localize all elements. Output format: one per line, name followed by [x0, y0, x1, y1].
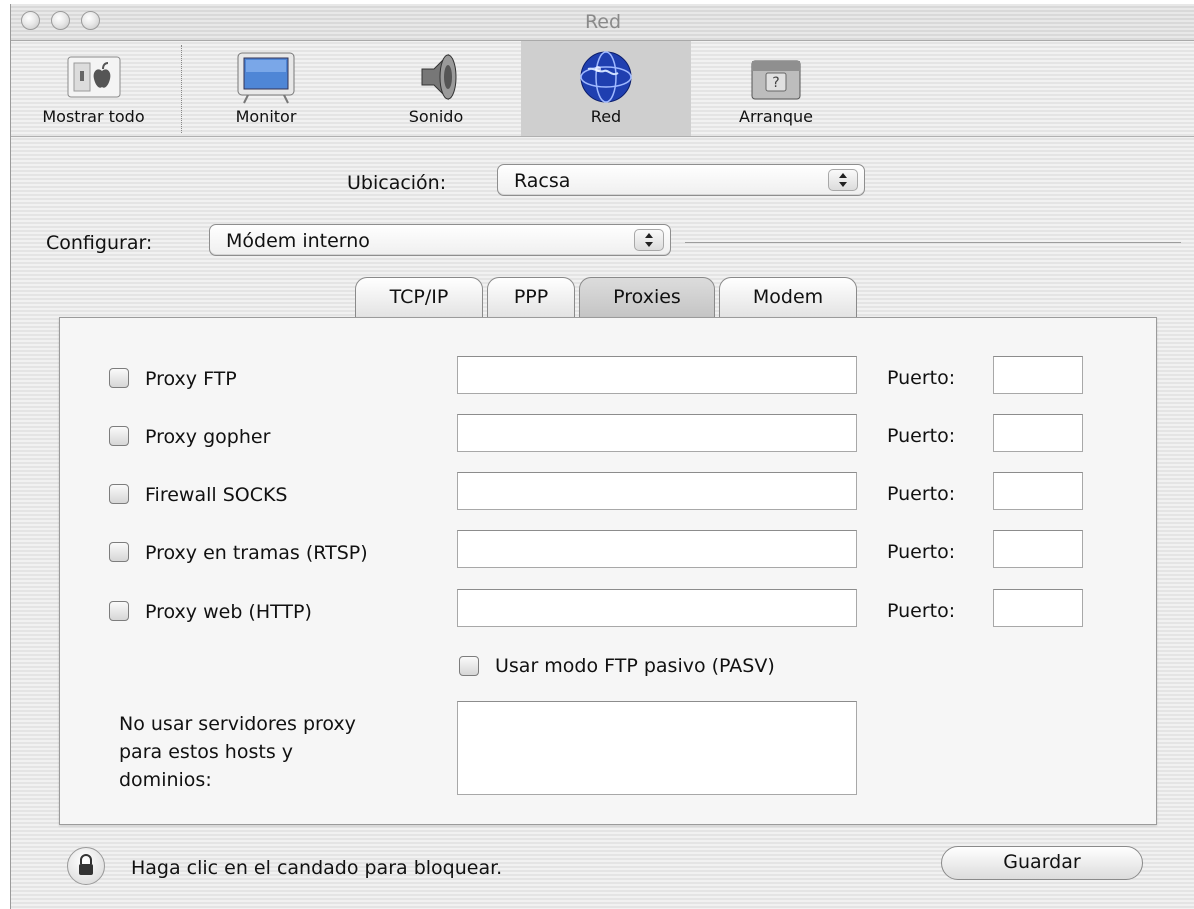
location-value: Racsa: [514, 170, 571, 192]
proxy-gopher-checkbox[interactable]: [109, 426, 129, 446]
globe-icon: [580, 51, 632, 103]
port-label: Puerto:: [887, 425, 956, 447]
proxy-gopher-label: Proxy gopher: [145, 426, 271, 448]
speaker-icon: [421, 53, 457, 101]
proxy-ftp-host-field[interactable]: [457, 356, 857, 394]
toolbar-item-sound[interactable]: Sonido: [381, 41, 491, 136]
proxy-rtsp-host-field[interactable]: [457, 530, 857, 568]
lock-icon: [79, 854, 93, 875]
proxy-ftp-checkbox[interactable]: [109, 368, 129, 388]
toolbar-item-label: Mostrar todo: [42, 107, 145, 126]
firewall-socks-label: Firewall SOCKS: [145, 484, 288, 506]
toolbar-item-label: Monitor: [235, 107, 297, 126]
location-popup[interactable]: Racsa: [497, 164, 865, 196]
bypass-label-line3: dominios:: [119, 769, 212, 791]
passive-ftp-label: Usar modo FTP pasivo (PASV): [495, 655, 775, 677]
port-label: Puerto:: [887, 541, 956, 563]
save-button[interactable]: Guardar: [941, 846, 1143, 880]
passive-ftp-checkbox[interactable]: [459, 656, 479, 676]
toolbar: Mostrar todo Monitor Sonido Red ? Arranq…: [11, 41, 1194, 137]
startup-disk-icon: ?: [751, 60, 801, 100]
toolbar-item-network[interactable]: Red: [521, 41, 691, 136]
bypass-hosts-textarea[interactable]: [457, 701, 857, 795]
divider-line: [685, 242, 1181, 243]
bypass-label-line2: para estos hosts y: [119, 741, 293, 763]
proxy-rtsp-port-field[interactable]: [993, 530, 1083, 568]
port-label: Puerto:: [887, 483, 956, 505]
location-label: Ubicación:: [347, 172, 447, 194]
firewall-socks-port-field[interactable]: [993, 472, 1083, 510]
configure-value: Módem interno: [226, 230, 370, 252]
tab-proxies[interactable]: Proxies: [579, 277, 715, 317]
tab-modem[interactable]: Modem: [719, 277, 857, 317]
firewall-socks-checkbox[interactable]: [109, 484, 129, 504]
monitor-icon: [237, 52, 295, 104]
toolbar-item-label: Arranque: [739, 107, 813, 126]
popup-arrows-icon: [828, 169, 858, 191]
window-title: Red: [584, 11, 622, 33]
configure-label: Configurar:: [46, 232, 153, 254]
toolbar-item-show-all[interactable]: Mostrar todo: [11, 41, 176, 136]
proxy-http-label: Proxy web (HTTP): [145, 601, 312, 623]
show-all-icon: [67, 56, 120, 98]
port-label: Puerto:: [887, 600, 956, 622]
proxy-ftp-label: Proxy FTP: [145, 368, 237, 390]
toolbar-item-startup[interactable]: ? Arranque: [716, 41, 836, 136]
configure-popup[interactable]: Módem interno: [209, 224, 671, 256]
toolbar-separator: [181, 45, 182, 133]
tab-tcpip[interactable]: TCP/IP: [355, 277, 483, 317]
title-bar: Red: [11, 4, 1194, 41]
proxy-ftp-port-field[interactable]: [993, 356, 1083, 394]
toolbar-item-label: Red: [590, 107, 622, 126]
proxy-http-checkbox[interactable]: [109, 601, 129, 621]
proxy-rtsp-label: Proxy en tramas (RTSP): [145, 542, 368, 564]
toolbar-item-monitor[interactable]: Monitor: [211, 41, 321, 136]
proxy-rtsp-checkbox[interactable]: [109, 542, 129, 562]
svg-text:?: ?: [772, 75, 779, 91]
port-label: Puerto:: [887, 367, 956, 389]
popup-arrows-icon: [634, 229, 664, 251]
proxy-gopher-port-field[interactable]: [993, 414, 1083, 452]
tab-ppp[interactable]: PPP: [487, 277, 575, 317]
proxy-http-port-field[interactable]: [993, 589, 1083, 627]
bypass-label-line1: No usar servidores proxy: [119, 713, 356, 735]
toolbar-item-label: Sonido: [408, 107, 464, 126]
window: Red Mostrar todo Monitor Sonido Red ? Ar…: [10, 4, 1194, 909]
firewall-socks-host-field[interactable]: [457, 472, 857, 510]
lock-button[interactable]: [67, 847, 105, 885]
lock-status-text: Haga clic en el candado para bloquear.: [131, 857, 503, 879]
proxy-http-host-field[interactable]: [457, 589, 857, 627]
proxy-gopher-host-field[interactable]: [457, 414, 857, 452]
